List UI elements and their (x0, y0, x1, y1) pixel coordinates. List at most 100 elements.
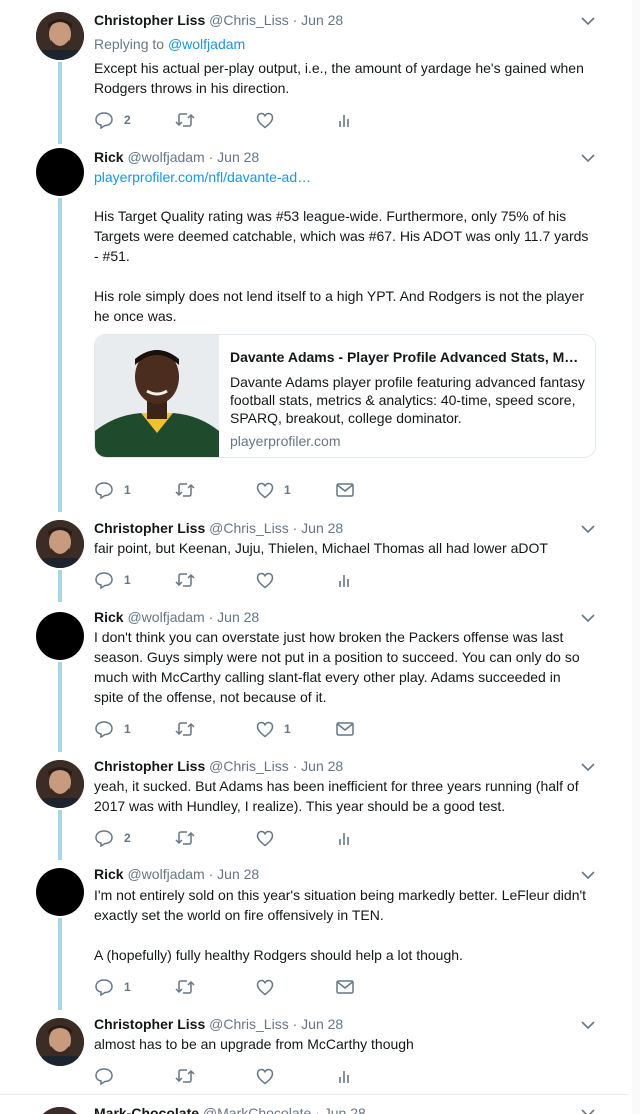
analytics-button[interactable] (338, 1066, 350, 1086)
tweet-6[interactable]: Rick @wolfjadam · Jun 28 I'm not entirel… (0, 860, 640, 1010)
display-name[interactable]: Christopher Liss (94, 1016, 205, 1032)
timestamp[interactable]: Jun 28 (217, 149, 259, 165)
avatar[interactable] (36, 12, 84, 60)
chevron-down-icon[interactable] (580, 152, 596, 164)
tweet-2[interactable]: Rick @wolfjadam · Jun 28 playerprofiler.… (0, 142, 640, 512)
reply-button[interactable]: 1 (94, 977, 131, 997)
tweet-text: His Target Quality rating was #53 league… (94, 208, 589, 324)
scrollbar[interactable] (632, 0, 640, 1114)
heart-icon (256, 979, 274, 995)
reply-button[interactable] (94, 1066, 124, 1086)
avatar[interactable] (36, 868, 84, 916)
tweet-actions: 1 1 (94, 480, 394, 500)
chevron-down-icon[interactable] (580, 761, 596, 773)
heart-icon (256, 1068, 274, 1084)
tweet-7[interactable]: Christopher Liss @Chris_Liss · Jun 28 al… (0, 1010, 640, 1094)
user-handle[interactable]: @Chris_Liss (209, 1016, 289, 1032)
chevron-down-icon[interactable] (580, 869, 596, 881)
tweet-5[interactable]: Christopher Liss @Chris_Liss · Jun 28 ye… (0, 752, 640, 860)
timestamp[interactable]: Jun 28 (301, 758, 343, 774)
link-card[interactable]: Davante Adams - Player Profile Advanced … (94, 334, 596, 458)
tweet-1[interactable]: Christopher Liss @Chris_Liss · Jun 28 Re… (0, 0, 640, 144)
timestamp[interactable]: Jun 28 (217, 609, 259, 625)
display-name[interactable]: Rick (94, 609, 124, 625)
card-body: Davante Adams - Player Profile Advanced … (230, 343, 585, 450)
tweet-text: fair point, but Keenan, Juju, Thielen, M… (94, 540, 548, 556)
reply-button[interactable]: 2 (94, 110, 131, 130)
tweet-link[interactable]: playerprofiler.com/nfl/davante-ad… (94, 168, 311, 186)
user-handle[interactable]: @MarkChocolate (203, 1105, 311, 1114)
reply-button[interactable]: 1 (94, 570, 131, 590)
retweet-icon (175, 1069, 195, 1083)
analytics-button[interactable] (338, 570, 350, 590)
chevron-down-icon[interactable] (580, 612, 596, 624)
user-handle[interactable]: @wolfjadam (127, 866, 204, 882)
heart-icon (256, 482, 274, 498)
like-button[interactable]: 1 (256, 480, 291, 500)
tweet-4[interactable]: Rick @wolfjadam · Jun 28 I don't think y… (0, 602, 640, 752)
display-name[interactable]: Mark-Chocolate (94, 1105, 199, 1114)
retweet-button[interactable] (174, 480, 196, 500)
timestamp[interactable]: Jun 28 (217, 866, 259, 882)
avatar[interactable] (36, 148, 84, 196)
timestamp[interactable]: Jun 28 (324, 1105, 366, 1114)
timestamp[interactable]: Jun 28 (301, 520, 343, 536)
like-button[interactable] (256, 110, 284, 130)
chevron-down-icon[interactable] (580, 1019, 596, 1031)
display-name[interactable]: Rick (94, 866, 124, 882)
timestamp[interactable]: Jun 28 (301, 12, 343, 28)
analytics-icon (339, 115, 349, 127)
avatar[interactable] (36, 520, 84, 568)
avatar[interactable] (36, 1018, 84, 1066)
retweet-button[interactable] (174, 110, 196, 130)
tweet-header: Rick @wolfjadam · Jun 28 (94, 608, 259, 626)
card-image[interactable] (95, 335, 219, 457)
retweet-button[interactable] (174, 719, 196, 739)
display-name[interactable]: Christopher Liss (94, 758, 205, 774)
message-button[interactable] (336, 719, 354, 739)
thread-line (58, 662, 62, 752)
message-button[interactable] (336, 977, 354, 997)
reply-button[interactable]: 2 (94, 828, 131, 848)
display-name[interactable]: Christopher Liss (94, 12, 205, 28)
message-button[interactable] (336, 480, 354, 500)
like-button[interactable] (256, 977, 284, 997)
like-button[interactable] (256, 570, 284, 590)
retweet-button[interactable] (174, 570, 196, 590)
retweet-button[interactable] (174, 828, 196, 848)
chevron-down-icon[interactable] (580, 523, 596, 535)
analytics-button[interactable] (338, 110, 350, 130)
replying-to-link[interactable]: @wolfjadam (168, 36, 245, 52)
display-name[interactable]: Rick (94, 149, 124, 165)
chevron-down-icon[interactable] (580, 1107, 596, 1114)
reply-button[interactable]: 1 (94, 480, 131, 500)
reply-count: 1 (124, 980, 131, 994)
user-handle[interactable]: @wolfjadam (127, 149, 204, 165)
user-handle[interactable]: @Chris_Liss (209, 758, 289, 774)
avatar[interactable] (36, 760, 84, 808)
tweet-text: Except his actual per-play output, i.e.,… (94, 60, 584, 96)
timestamp[interactable]: Jun 28 (301, 1016, 343, 1032)
avatar[interactable] (36, 1107, 84, 1114)
user-handle[interactable]: @Chris_Liss (209, 520, 289, 536)
tweet-text: yeah, it sucked. But Adams has been inef… (94, 778, 579, 814)
tweet-3[interactable]: Christopher Liss @Chris_Liss · Jun 28 fa… (0, 512, 640, 602)
thread-line (58, 570, 62, 602)
user-handle[interactable]: @Chris_Liss (209, 12, 289, 28)
avatar[interactable] (36, 612, 84, 660)
reply-button[interactable]: 1 (94, 719, 131, 739)
reply-count: 2 (124, 831, 131, 845)
like-button[interactable]: 1 (256, 719, 291, 739)
tweet-header: Christopher Liss @Chris_Liss · Jun 28 (94, 11, 343, 29)
reply-count: 1 (124, 722, 131, 736)
card-title[interactable]: Davante Adams - Player Profile Advanced … (230, 343, 585, 371)
user-handle[interactable]: @wolfjadam (127, 609, 204, 625)
tweet-8[interactable]: Mark-Chocolate @MarkChocolate · Jun 28 (0, 1095, 640, 1114)
retweet-button[interactable] (174, 1066, 196, 1086)
retweet-button[interactable] (174, 977, 196, 997)
display-name[interactable]: Christopher Liss (94, 520, 205, 536)
like-button[interactable] (256, 1066, 284, 1086)
like-button[interactable] (256, 828, 284, 848)
analytics-button[interactable] (338, 828, 350, 848)
chevron-down-icon[interactable] (580, 15, 596, 27)
